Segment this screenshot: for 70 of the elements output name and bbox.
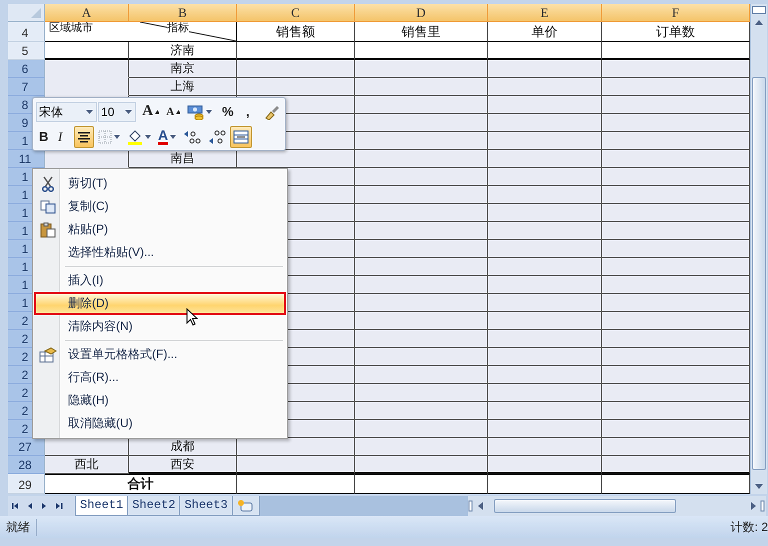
column-header[interactable]: C bbox=[237, 4, 355, 22]
font-color-button[interactable]: A bbox=[155, 126, 180, 148]
center-button[interactable] bbox=[74, 126, 94, 148]
borders-icon bbox=[98, 130, 112, 144]
table-cell: 成都 bbox=[129, 438, 237, 456]
row-header[interactable]: 28 bbox=[8, 456, 45, 474]
header-cell: 销售里 bbox=[355, 22, 488, 42]
caret-up-icon bbox=[176, 110, 180, 114]
increase-decimal-icon bbox=[183, 130, 202, 144]
menu-item[interactable]: 删除(D) bbox=[34, 292, 286, 315]
table-cell: 济南 bbox=[129, 42, 237, 60]
new-sheet-icon bbox=[236, 498, 255, 512]
table-cell: 南京 bbox=[129, 60, 237, 78]
sheet-tab[interactable]: Sheet3 bbox=[179, 496, 233, 516]
table-cell: 上海 bbox=[129, 78, 237, 96]
sheet-tab[interactable]: Sheet1 bbox=[75, 496, 128, 516]
caret-icon bbox=[114, 134, 120, 138]
header-cell: 单价 bbox=[488, 22, 602, 42]
table-cell: 合计 bbox=[45, 474, 237, 494]
row-header[interactable]: 5 bbox=[8, 42, 45, 60]
font-size-box[interactable]: 10 bbox=[98, 102, 136, 122]
merge-cells-icon bbox=[233, 130, 250, 144]
sheet-tab[interactable]: Sheet2 bbox=[127, 496, 180, 516]
count-text: 计数: 2 bbox=[730, 518, 768, 536]
caret-up-icon bbox=[155, 110, 160, 114]
table-cell: 西北 bbox=[45, 456, 129, 474]
format-button[interactable]: , bbox=[240, 100, 258, 122]
insert-sheet-tab[interactable] bbox=[232, 496, 260, 516]
grow-font-button[interactable]: A bbox=[139, 100, 162, 122]
merge-center-button[interactable] bbox=[230, 126, 252, 148]
caret-icon bbox=[170, 134, 176, 138]
row-header[interactable]: 7 bbox=[8, 78, 45, 96]
row-header[interactable]: 6 bbox=[8, 60, 45, 78]
row-header[interactable]: 11 bbox=[8, 150, 45, 168]
copy-icon bbox=[40, 200, 56, 214]
split-handle[interactable] bbox=[752, 6, 766, 14]
caret-icon bbox=[145, 134, 151, 138]
triangle-icon bbox=[31, 8, 41, 18]
header-cell: 订单数 bbox=[602, 22, 750, 42]
header-text: 指标 bbox=[167, 22, 189, 34]
mouse-pointer-icon bbox=[186, 308, 198, 326]
scroll-thumb[interactable] bbox=[494, 499, 676, 513]
format-cells-icon bbox=[39, 346, 57, 362]
header-text: 区域城市 bbox=[49, 22, 93, 34]
italic-button[interactable]: I bbox=[55, 126, 73, 148]
table-cell: 南昌 bbox=[129, 150, 237, 168]
column-header[interactable]: B bbox=[129, 4, 237, 22]
money-icon bbox=[187, 104, 204, 120]
header-cell: 销售额 bbox=[237, 22, 355, 42]
align-center-icon bbox=[77, 130, 91, 142]
column-header[interactable]: A bbox=[45, 4, 129, 22]
decrease-decimal-icon bbox=[208, 130, 226, 144]
clipboard-icon bbox=[40, 222, 56, 238]
column-header[interactable]: F bbox=[602, 4, 750, 22]
column-header[interactable]: D bbox=[355, 4, 488, 22]
status-text: 就绪 bbox=[6, 518, 37, 536]
caret-icon bbox=[206, 110, 212, 114]
format-button[interactable]: % bbox=[216, 100, 239, 122]
row-header[interactable]: 27 bbox=[8, 438, 45, 456]
caret-icon bbox=[86, 110, 94, 114]
scroll-thumb[interactable] bbox=[752, 77, 766, 470]
font-name-box[interactable]: 宋体 bbox=[36, 102, 98, 122]
caret-icon bbox=[125, 110, 132, 114]
shrink-font-button[interactable]: A bbox=[163, 100, 184, 122]
scissors-icon bbox=[41, 176, 55, 192]
fill-bucket-icon bbox=[127, 128, 143, 144]
row-header[interactable]: 4 bbox=[8, 22, 45, 42]
column-header[interactable]: E bbox=[488, 4, 602, 22]
row-header[interactable]: 29 bbox=[8, 474, 45, 494]
table-cell: 西安 bbox=[129, 456, 237, 474]
